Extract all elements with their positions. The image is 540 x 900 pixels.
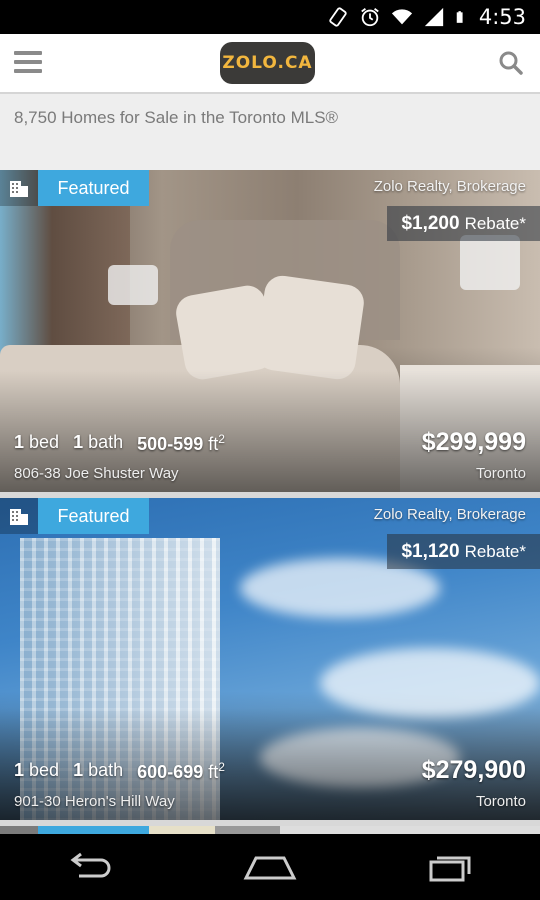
- wifi-icon: [391, 9, 412, 25]
- back-icon[interactable]: [60, 847, 120, 887]
- rebate-badge: $1,120 Rebate*: [387, 534, 540, 569]
- brokerage-name: Zolo Realty, Brokerage: [373, 178, 526, 195]
- listing-city: Toronto: [475, 465, 526, 482]
- status-time: 4:53: [478, 5, 526, 29]
- brokerage-name: Zolo Realty, Brokerage: [373, 506, 526, 523]
- battery-icon: [456, 11, 463, 23]
- app-logo[interactable]: ZOLO.CA: [220, 42, 315, 84]
- rebate-amount: $1,200: [401, 212, 460, 234]
- featured-badge: Featured: [38, 170, 149, 206]
- status-bar: 4:53: [0, 0, 540, 34]
- rotation-lock-icon: [329, 7, 347, 27]
- building-type-icon: [0, 170, 38, 206]
- recent-apps-icon[interactable]: [420, 847, 480, 887]
- beds: 1 bed: [14, 760, 60, 780]
- listing-specs: 1 bed 1 bath 600-699 ft2: [14, 760, 225, 783]
- listing-price: $279,900: [421, 756, 526, 784]
- listing-specs: 1 bed 1 bath 500-599 ft2: [14, 432, 225, 455]
- rebate-label: Rebate*: [464, 541, 526, 561]
- building-type-icon: [0, 498, 38, 534]
- results-header: 8,750 Homes for Sale in the Toronto MLS®: [0, 92, 540, 170]
- status-icons: 4:53: [327, 0, 526, 34]
- sqft: 500-599 ft2: [137, 432, 225, 454]
- rebate-label: Rebate*: [464, 213, 526, 233]
- hamburger-menu-icon[interactable]: [14, 51, 42, 73]
- alarm-icon: [361, 8, 379, 27]
- listing-card[interactable]: Featured Zolo Realty, Brokerage $1,120 R…: [0, 498, 540, 820]
- home-icon[interactable]: [240, 847, 300, 887]
- listing-city: Toronto: [475, 793, 526, 810]
- navigation-bar: [0, 834, 540, 900]
- signal-icon: [424, 7, 443, 27]
- rebate-badge: $1,200 Rebate*: [387, 206, 540, 241]
- baths: 1 bath: [73, 760, 124, 780]
- beds: 1 bed: [14, 432, 60, 452]
- listing-address: 901-30 Heron's Hill Way: [14, 793, 175, 810]
- listing-card[interactable]: Featured Zolo Realty, Brokerage $1,200 R…: [0, 170, 540, 492]
- app-bar: ZOLO.CA: [0, 34, 540, 92]
- sqft: 600-699 ft2: [137, 760, 225, 782]
- next-listing-peek[interactable]: [0, 826, 540, 834]
- listing-address: 806-38 Joe Shuster Way: [14, 465, 179, 482]
- results-count: 8,750 Homes for Sale in the Toronto MLS®: [14, 108, 339, 127]
- listing-price: $299,999: [421, 428, 526, 456]
- baths: 1 bath: [73, 432, 124, 452]
- search-icon[interactable]: [498, 50, 524, 76]
- rebate-amount: $1,120: [401, 540, 460, 562]
- featured-badge: Featured: [38, 498, 149, 534]
